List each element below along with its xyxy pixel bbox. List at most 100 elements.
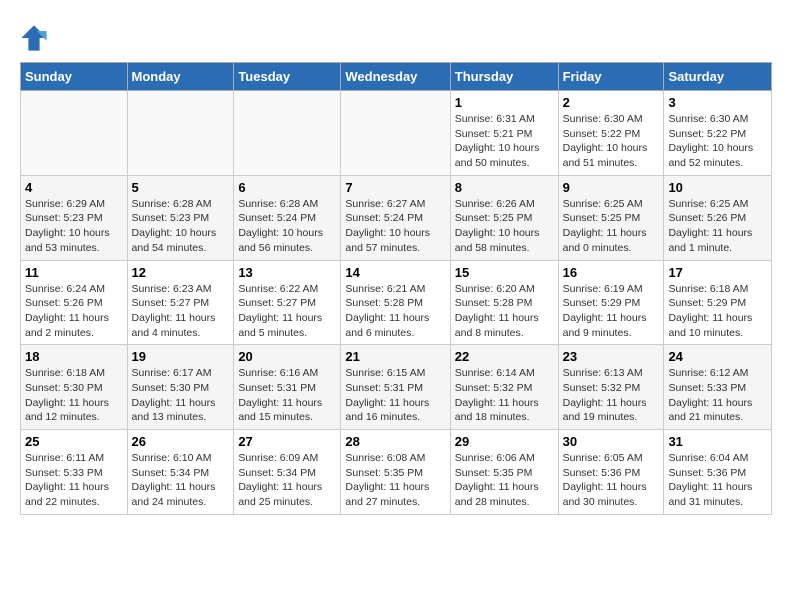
day-info: Sunrise: 6:18 AM Sunset: 5:30 PM Dayligh… <box>25 366 123 425</box>
day-number: 10 <box>668 180 767 195</box>
day-number: 12 <box>132 265 230 280</box>
calendar-cell: 14 Sunrise: 6:21 AM Sunset: 5:28 PM Dayli… <box>341 260 450 345</box>
day-info: Sunrise: 6:27 AM Sunset: 5:24 PM Dayligh… <box>345 197 445 256</box>
calendar-cell: 5 Sunrise: 6:28 AM Sunset: 5:23 PM Daylig… <box>127 175 234 260</box>
calendar-cell: 4 Sunrise: 6:29 AM Sunset: 5:23 PM Daylig… <box>21 175 128 260</box>
calendar-cell: 18 Sunrise: 6:18 AM Sunset: 5:30 PM Dayli… <box>21 345 128 430</box>
weekday-header-wednesday: Wednesday <box>341 63 450 91</box>
day-number: 17 <box>668 265 767 280</box>
calendar-cell: 24 Sunrise: 6:12 AM Sunset: 5:33 PM Dayli… <box>664 345 772 430</box>
day-info: Sunrise: 6:04 AM Sunset: 5:36 PM Dayligh… <box>668 451 767 510</box>
weekday-header-thursday: Thursday <box>450 63 558 91</box>
logo <box>20 20 52 52</box>
calendar-cell <box>127 91 234 176</box>
day-number: 19 <box>132 349 230 364</box>
day-info: Sunrise: 6:08 AM Sunset: 5:35 PM Dayligh… <box>345 451 445 510</box>
day-number: 21 <box>345 349 445 364</box>
calendar-cell: 15Sunrise: 6:20 AM Sunset: 5:28 PM Dayli… <box>450 260 558 345</box>
logo-icon <box>20 24 48 52</box>
day-info: Sunrise: 6:26 AM Sunset: 5:25 PM Dayligh… <box>455 197 554 256</box>
calendar-cell: 27 Sunrise: 6:09 AM Sunset: 5:34 PM Dayli… <box>234 430 341 515</box>
day-info: Sunrise: 6:06 AM Sunset: 5:35 PM Dayligh… <box>455 451 554 510</box>
day-number: 18 <box>25 349 123 364</box>
day-number: 3 <box>668 95 767 110</box>
day-number: 1 <box>455 95 554 110</box>
day-info: Sunrise: 6:09 AM Sunset: 5:34 PM Dayligh… <box>238 451 336 510</box>
day-info: Sunrise: 6:23 AM Sunset: 5:27 PM Dayligh… <box>132 282 230 341</box>
day-info: Sunrise: 6:24 AM Sunset: 5:26 PM Dayligh… <box>25 282 123 341</box>
weekday-header-tuesday: Tuesday <box>234 63 341 91</box>
day-number: 16 <box>563 265 660 280</box>
day-number: 27 <box>238 434 336 449</box>
day-number: 31 <box>668 434 767 449</box>
calendar-cell: 30Sunrise: 6:05 AM Sunset: 5:36 PM Dayli… <box>558 430 664 515</box>
calendar-cell: 22 Sunrise: 6:14 AM Sunset: 5:32 PM Dayli… <box>450 345 558 430</box>
calendar-cell: 9 Sunrise: 6:25 AM Sunset: 5:25 PM Daylig… <box>558 175 664 260</box>
day-number: 4 <box>25 180 123 195</box>
calendar-cell: 1 Sunrise: 6:31 AM Sunset: 5:21 PM Daylig… <box>450 91 558 176</box>
day-number: 7 <box>345 180 445 195</box>
calendar-cell: 20 Sunrise: 6:16 AM Sunset: 5:31 PM Dayli… <box>234 345 341 430</box>
calendar-cell: 19 Sunrise: 6:17 AM Sunset: 5:30 PM Dayli… <box>127 345 234 430</box>
day-info: Sunrise: 6:10 AM Sunset: 5:34 PM Dayligh… <box>132 451 230 510</box>
day-info: Sunrise: 6:31 AM Sunset: 5:21 PM Dayligh… <box>455 112 554 171</box>
day-number: 9 <box>563 180 660 195</box>
day-number: 26 <box>132 434 230 449</box>
week-row-1: 1 Sunrise: 6:31 AM Sunset: 5:21 PM Daylig… <box>21 91 772 176</box>
calendar-cell <box>341 91 450 176</box>
calendar-cell: 2Sunrise: 6:30 AM Sunset: 5:22 PM Daylig… <box>558 91 664 176</box>
week-row-2: 4 Sunrise: 6:29 AM Sunset: 5:23 PM Daylig… <box>21 175 772 260</box>
day-info: Sunrise: 6:29 AM Sunset: 5:23 PM Dayligh… <box>25 197 123 256</box>
day-info: Sunrise: 6:17 AM Sunset: 5:30 PM Dayligh… <box>132 366 230 425</box>
weekday-header-friday: Friday <box>558 63 664 91</box>
weekday-header-saturday: Saturday <box>664 63 772 91</box>
day-number: 29 <box>455 434 554 449</box>
calendar-cell: 23Sunrise: 6:13 AM Sunset: 5:32 PM Dayli… <box>558 345 664 430</box>
day-number: 11 <box>25 265 123 280</box>
calendar-cell: 12 Sunrise: 6:23 AM Sunset: 5:27 PM Dayli… <box>127 260 234 345</box>
calendar-cell: 31 Sunrise: 6:04 AM Sunset: 5:36 PM Dayli… <box>664 430 772 515</box>
calendar-cell: 25 Sunrise: 6:11 AM Sunset: 5:33 PM Dayli… <box>21 430 128 515</box>
calendar-cell: 8 Sunrise: 6:26 AM Sunset: 5:25 PM Daylig… <box>450 175 558 260</box>
calendar-cell: 21 Sunrise: 6:15 AM Sunset: 5:31 PM Dayli… <box>341 345 450 430</box>
day-number: 28 <box>345 434 445 449</box>
calendar-cell: 28 Sunrise: 6:08 AM Sunset: 5:35 PM Dayli… <box>341 430 450 515</box>
day-info: Sunrise: 6:11 AM Sunset: 5:33 PM Dayligh… <box>25 451 123 510</box>
calendar-cell: 6Sunrise: 6:28 AM Sunset: 5:24 PM Daylig… <box>234 175 341 260</box>
day-info: Sunrise: 6:12 AM Sunset: 5:33 PM Dayligh… <box>668 366 767 425</box>
day-info: Sunrise: 6:19 AM Sunset: 5:29 PM Dayligh… <box>563 282 660 341</box>
day-number: 22 <box>455 349 554 364</box>
day-info: Sunrise: 6:16 AM Sunset: 5:31 PM Dayligh… <box>238 366 336 425</box>
calendar-cell: 29 Sunrise: 6:06 AM Sunset: 5:35 PM Dayli… <box>450 430 558 515</box>
day-number: 13 <box>238 265 336 280</box>
day-info: Sunrise: 6:28 AM Sunset: 5:23 PM Dayligh… <box>132 197 230 256</box>
day-number: 15 <box>455 265 554 280</box>
day-info: Sunrise: 6:18 AM Sunset: 5:29 PM Dayligh… <box>668 282 767 341</box>
day-number: 20 <box>238 349 336 364</box>
day-number: 14 <box>345 265 445 280</box>
calendar-cell: 11 Sunrise: 6:24 AM Sunset: 5:26 PM Dayli… <box>21 260 128 345</box>
calendar-cell: 10Sunrise: 6:25 AM Sunset: 5:26 PM Dayli… <box>664 175 772 260</box>
day-info: Sunrise: 6:22 AM Sunset: 5:27 PM Dayligh… <box>238 282 336 341</box>
calendar-cell: 3 Sunrise: 6:30 AM Sunset: 5:22 PM Daylig… <box>664 91 772 176</box>
day-info: Sunrise: 6:05 AM Sunset: 5:36 PM Dayligh… <box>563 451 660 510</box>
day-info: Sunrise: 6:30 AM Sunset: 5:22 PM Dayligh… <box>668 112 767 171</box>
day-number: 2 <box>563 95 660 110</box>
calendar-cell: 17 Sunrise: 6:18 AM Sunset: 5:29 PM Dayli… <box>664 260 772 345</box>
calendar-cell <box>234 91 341 176</box>
calendar-cell: 16 Sunrise: 6:19 AM Sunset: 5:29 PM Dayli… <box>558 260 664 345</box>
day-info: Sunrise: 6:21 AM Sunset: 5:28 PM Dayligh… <box>345 282 445 341</box>
page-header <box>20 20 772 52</box>
day-info: Sunrise: 6:14 AM Sunset: 5:32 PM Dayligh… <box>455 366 554 425</box>
day-info: Sunrise: 6:25 AM Sunset: 5:25 PM Dayligh… <box>563 197 660 256</box>
day-info: Sunrise: 6:15 AM Sunset: 5:31 PM Dayligh… <box>345 366 445 425</box>
week-row-5: 25 Sunrise: 6:11 AM Sunset: 5:33 PM Dayli… <box>21 430 772 515</box>
calendar-cell: 13 Sunrise: 6:22 AM Sunset: 5:27 PM Dayli… <box>234 260 341 345</box>
calendar-cell: 7 Sunrise: 6:27 AM Sunset: 5:24 PM Daylig… <box>341 175 450 260</box>
day-number: 24 <box>668 349 767 364</box>
day-number: 8 <box>455 180 554 195</box>
day-number: 25 <box>25 434 123 449</box>
day-number: 5 <box>132 180 230 195</box>
weekday-header-sunday: Sunday <box>21 63 128 91</box>
day-info: Sunrise: 6:13 AM Sunset: 5:32 PM Dayligh… <box>563 366 660 425</box>
